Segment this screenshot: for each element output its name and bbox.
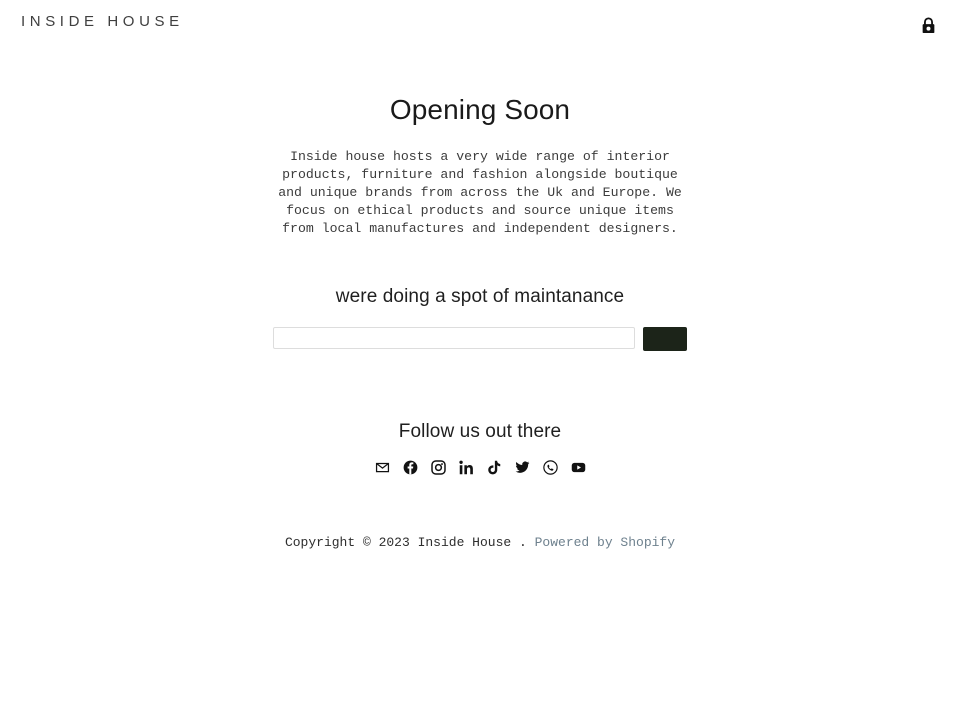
social-link-facebook[interactable] <box>403 460 418 475</box>
lock-closed-icon-button[interactable] <box>914 11 942 39</box>
page-title: Opening Soon <box>389 94 571 125</box>
email-icon <box>375 460 390 475</box>
copyright-text: Copyright © 2023 Inside House . <box>284 534 527 550</box>
social-link-linkedin[interactable] <box>458 460 474 475</box>
facebook-icon <box>403 460 418 475</box>
signup-submit-button[interactable] <box>643 326 687 351</box>
powered-by-shopify-link[interactable]: Powered by Shopify <box>535 535 675 550</box>
social-link-youtube[interactable] <box>571 460 586 475</box>
linkedin-icon <box>458 460 474 475</box>
twitter-icon <box>515 460 530 475</box>
social-link-email[interactable] <box>375 460 390 475</box>
social-link-twitter[interactable] <box>515 460 530 475</box>
social-links <box>0 459 960 475</box>
tiktok-icon <box>487 460 502 475</box>
social-heading: Follow us out there <box>398 420 562 442</box>
site-logo[interactable]: INSIDE HOUSE <box>21 13 184 30</box>
maintenance-heading: were doing a spot of maintanance <box>335 285 625 307</box>
social-link-tiktok[interactable] <box>487 460 502 475</box>
social-link-instagram[interactable] <box>430 459 446 475</box>
lock-closed-icon <box>919 16 938 35</box>
site-header: INSIDE HOUSE <box>0 0 960 47</box>
instagram-icon <box>430 459 446 475</box>
signup-form <box>0 326 960 351</box>
email-input[interactable] <box>273 326 635 349</box>
site-footer: Copyright © 2023 Inside House . Powered … <box>0 534 960 552</box>
intro-paragraph: Inside house hosts a very wide range of … <box>278 148 682 236</box>
social-link-whatsapp[interactable] <box>542 459 558 475</box>
whatsapp-icon <box>542 459 558 475</box>
main-content: Opening Soon Inside house hosts a very w… <box>0 47 960 552</box>
youtube-icon <box>571 460 586 475</box>
